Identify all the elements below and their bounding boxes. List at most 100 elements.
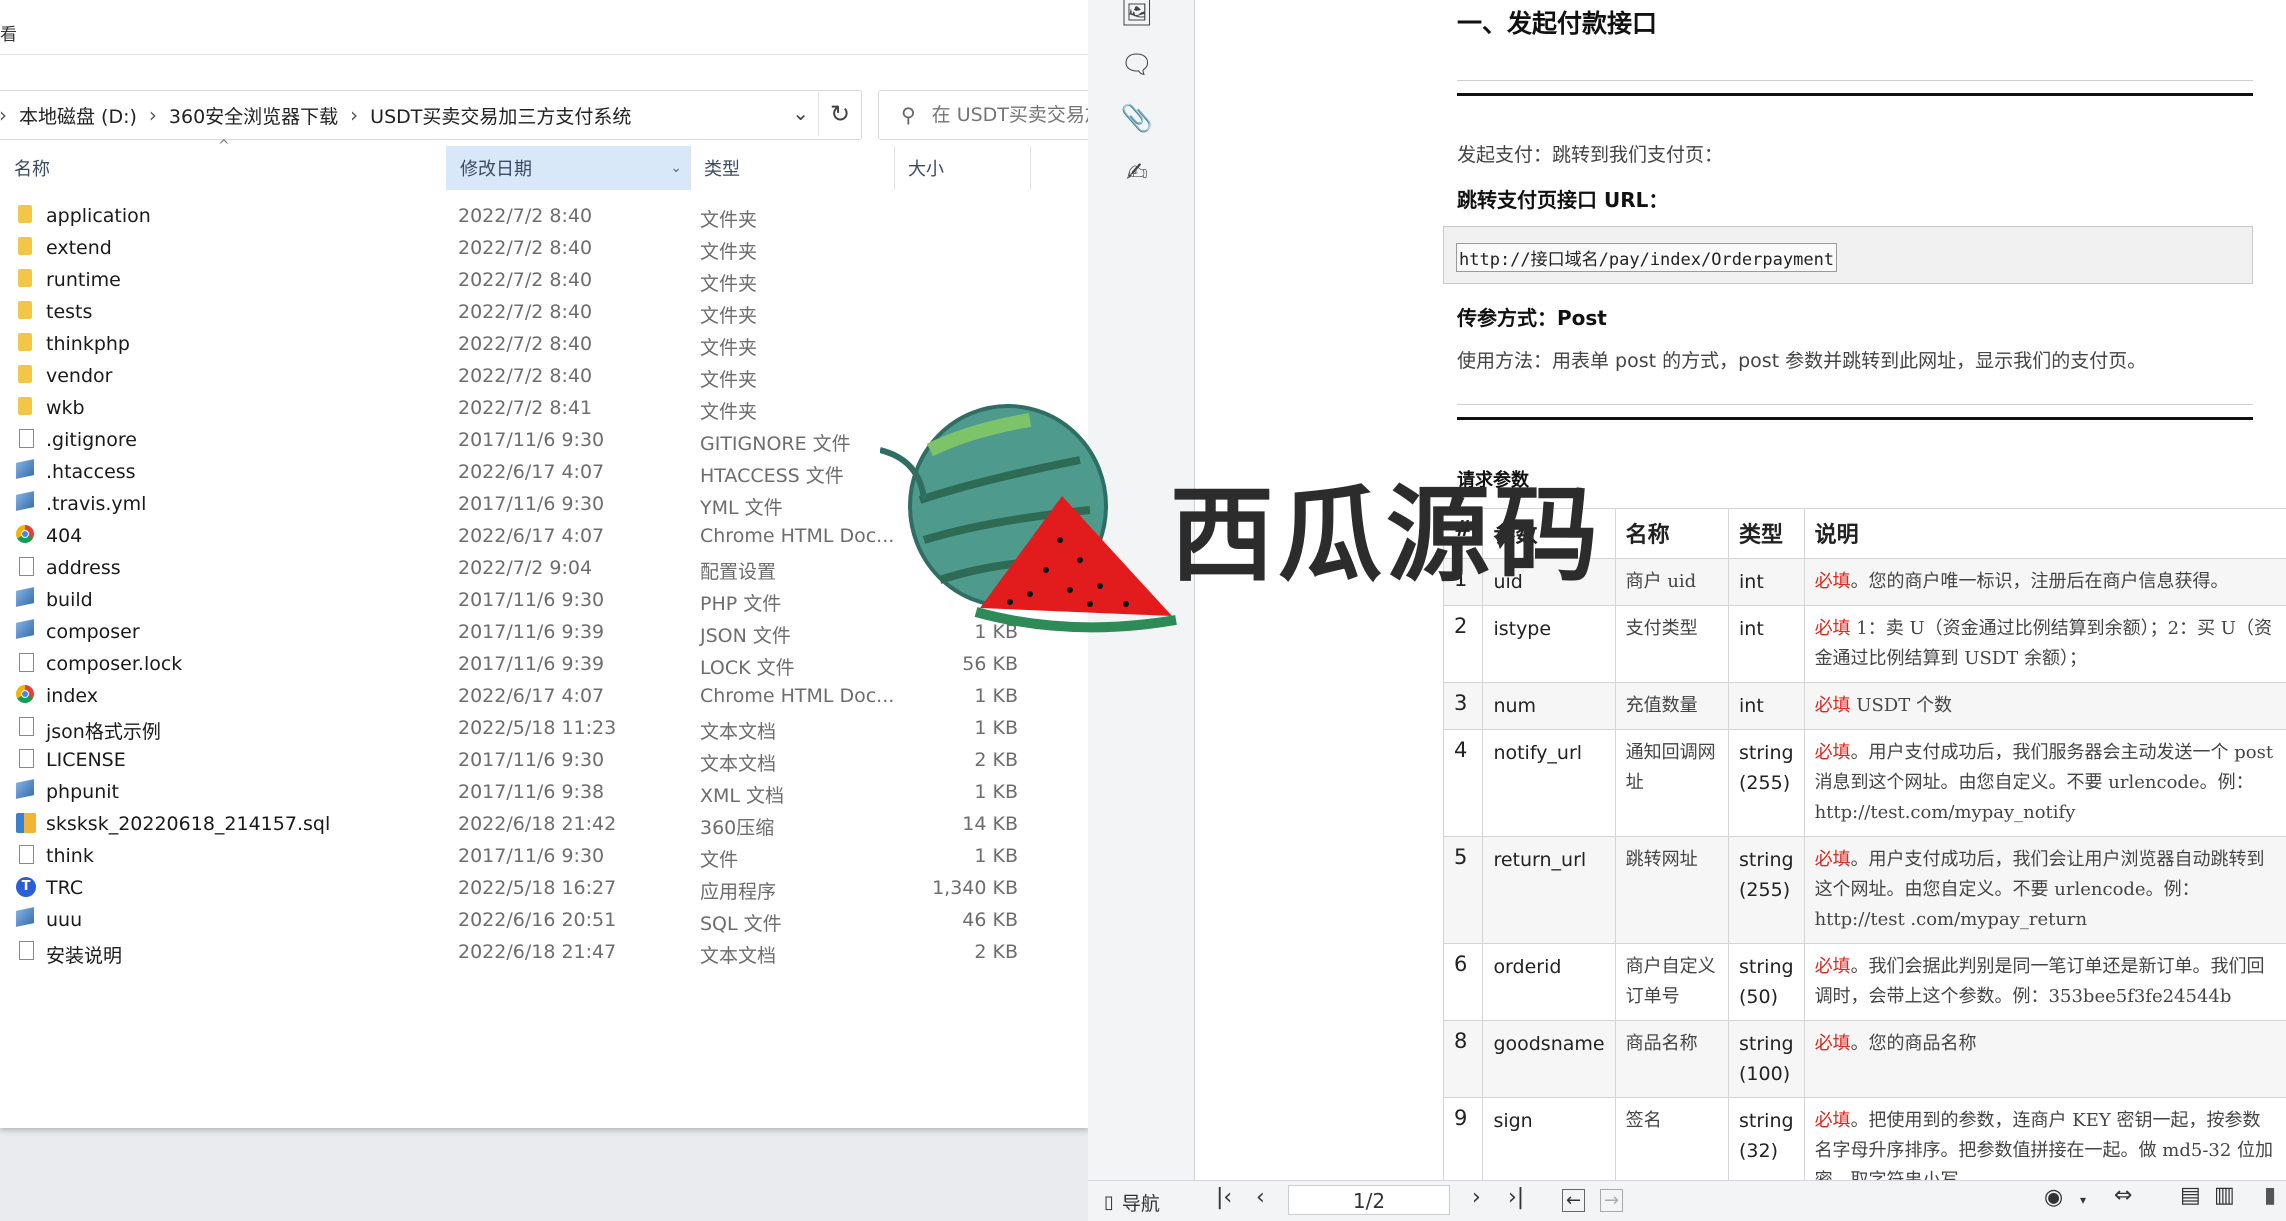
- file-row[interactable]: build2017/11/6 9:30PHP 文件: [0, 586, 1088, 618]
- file-date: 2022/6/16 20:51: [458, 909, 616, 931]
- nav-panel-button[interactable]: ▯ 导航: [1104, 1189, 1160, 1216]
- search-box[interactable]: ⚲: [878, 90, 1089, 140]
- search-icon: ⚲: [901, 103, 916, 127]
- param-type: string (255): [1729, 837, 1805, 944]
- table-row: 8goodsname商品名称string (100)必填。您的商品名称: [1444, 1021, 2286, 1098]
- file-row[interactable]: TTRC2022/5/18 16:27应用程序1,340 KB: [0, 874, 1088, 906]
- file-type: 文件夹: [700, 397, 757, 424]
- file-name: thinkphp: [46, 333, 130, 355]
- divider: [1457, 80, 2253, 81]
- back-icon[interactable]: ←: [1562, 1189, 1585, 1212]
- search-input[interactable]: [930, 103, 1089, 127]
- file-date: 2022/6/17 4:07: [458, 525, 604, 547]
- column-divider[interactable]: [1030, 146, 1031, 190]
- file-date: 2022/7/2 9:04: [458, 557, 592, 579]
- file-row[interactable]: .gitignore2017/11/6 9:30GITIGNORE 文件: [0, 426, 1088, 458]
- file-row[interactable]: extend2022/7/2 8:40文件夹: [0, 234, 1088, 266]
- file-row[interactable]: LICENSE2017/11/6 9:30文本文档2 KB: [0, 746, 1088, 778]
- column-header-date[interactable]: 修改日期 ⌄: [446, 146, 690, 190]
- prev-page-icon[interactable]: ‹: [1256, 1185, 1265, 1210]
- file-name: build: [46, 589, 93, 611]
- last-page-icon[interactable]: ›|: [1508, 1185, 1524, 1210]
- file-name: TRC: [46, 877, 83, 899]
- address-bar[interactable]: › 本地磁盘 (D:) › 360安全浏览器下载 › USDT买卖交易加三方支付…: [0, 90, 862, 140]
- column-date-label: 修改日期: [460, 155, 532, 181]
- file-row[interactable]: json格式示例2022/5/18 11:23文本文档1 KB: [0, 714, 1088, 746]
- required-badge: 必填: [1815, 742, 1851, 763]
- params-label: 请求参数: [1457, 466, 1529, 492]
- divider: [1457, 404, 2253, 405]
- chevron-right-icon[interactable]: ›: [0, 103, 7, 127]
- chevron-down-icon[interactable]: ▾: [2080, 1193, 2086, 1207]
- file-type: SQL 文件: [700, 909, 782, 936]
- file-row[interactable]: .travis.yml2017/11/6 9:30YML 文件: [0, 490, 1088, 522]
- param-type: string (50): [1729, 944, 1805, 1021]
- chevron-right-icon[interactable]: ›: [149, 103, 157, 127]
- file-row[interactable]: composer2017/11/6 9:39JSON 文件1 KB: [0, 618, 1088, 650]
- file-date: 2022/6/18 21:47: [458, 941, 616, 963]
- file-name: 404: [46, 525, 82, 547]
- fit-width-icon[interactable]: ⇔: [2114, 1183, 2132, 1208]
- code-block: http://接口域名/pay/index/Orderpayment: [1443, 226, 2253, 284]
- param-description: 必填 1：卖 U（资金通过比例结算到余额）；2：买 U（资金通过比例结算到 US…: [1804, 606, 2286, 683]
- file-row[interactable]: composer.lock2017/11/6 9:39LOCK 文件56 KB: [0, 650, 1088, 682]
- continuous-page-icon[interactable]: ▮: [2264, 1183, 2276, 1208]
- file-row[interactable]: runtime2022/7/2 8:40文件夹: [0, 266, 1088, 298]
- file-size: 1 KB: [974, 621, 1018, 643]
- file-size: 2 KB: [974, 749, 1018, 771]
- row-number: 1: [1444, 559, 1483, 606]
- single-page-icon[interactable]: ▤: [2180, 1183, 2201, 1208]
- file-row[interactable]: 4042022/6/17 4:07Chrome HTML Doc...: [0, 522, 1088, 554]
- required-badge: 必填: [1815, 849, 1851, 870]
- file-row[interactable]: vendor2022/7/2 8:40文件夹: [0, 362, 1088, 394]
- file-row[interactable]: wkb2022/7/2 8:41文件夹: [0, 394, 1088, 426]
- column-header-type[interactable]: 类型: [690, 146, 894, 190]
- page-number-input[interactable]: 1/2: [1288, 1185, 1450, 1215]
- column-header-size[interactable]: 大小: [894, 146, 1030, 190]
- refresh-button[interactable]: ↻: [818, 92, 861, 136]
- column-header-name[interactable]: 名称: [0, 146, 446, 190]
- signature-icon[interactable]: ✍: [1118, 154, 1156, 192]
- eye-view-icon[interactable]: ◉: [2044, 1185, 2063, 1210]
- forward-icon[interactable]: →: [1600, 1189, 1623, 1212]
- editor-file-icon: [16, 459, 34, 479]
- first-page-icon[interactable]: |‹: [1216, 1185, 1232, 1210]
- required-badge: 必填: [1815, 956, 1851, 977]
- breadcrumb-current-folder[interactable]: USDT买卖交易加三方支付系统: [370, 102, 631, 129]
- next-page-icon[interactable]: ›: [1472, 1185, 1481, 1210]
- param-name: 支付类型: [1615, 606, 1728, 683]
- file-row[interactable]: application2022/7/2 8:40文件夹: [0, 202, 1088, 234]
- file-type: 应用程序: [700, 877, 776, 904]
- file-row[interactable]: tests2022/7/2 8:40文件夹: [0, 298, 1088, 330]
- file-row[interactable]: 安装说明2022/6/18 21:47文本文档2 KB: [0, 938, 1088, 970]
- file-row[interactable]: index2022/6/17 4:07Chrome HTML Doc...1 K…: [0, 682, 1088, 714]
- chevron-down-icon[interactable]: ⌄: [670, 160, 682, 176]
- required-badge: 必填: [1815, 1033, 1851, 1054]
- chevron-down-icon[interactable]: ⌄: [792, 101, 809, 125]
- row-number: 6: [1444, 944, 1483, 1021]
- chevron-right-icon[interactable]: ›: [350, 103, 358, 127]
- ribbon-tab-view[interactable]: 看: [0, 20, 17, 45]
- file-row[interactable]: sksksk_20220618_214157.sql2022/6/18 21:4…: [0, 810, 1088, 842]
- breadcrumb-downloads[interactable]: 360安全浏览器下载: [169, 102, 338, 129]
- file-row[interactable]: .htaccess2022/6/17 4:07HTACCESS 文件: [0, 458, 1088, 490]
- description-text: 。把使用到的参数，连商户 KEY 密钥一起，按参数名字母升序排序。把参数值拼接在…: [1815, 1110, 2273, 1180]
- file-row[interactable]: think2017/11/6 9:30文件1 KB: [0, 842, 1088, 874]
- file-row[interactable]: thinkphp2022/7/2 8:40文件夹: [0, 330, 1088, 362]
- table-row: 3num充值数量int必填 USDT 个数: [1444, 683, 2286, 730]
- image-icon[interactable]: 🖼: [1118, 0, 1156, 32]
- file-date: 2022/5/18 11:23: [458, 717, 616, 739]
- file-list: application2022/7/2 8:40文件夹extend2022/7/…: [0, 202, 1088, 970]
- attachment-icon[interactable]: 📎: [1118, 100, 1156, 138]
- file-date: 2022/7/2 8:40: [458, 269, 592, 291]
- file-row[interactable]: phpunit2017/11/6 9:38XML 文档1 KB: [0, 778, 1088, 810]
- folder-icon: [18, 269, 32, 287]
- two-page-icon[interactable]: ▥: [2214, 1183, 2235, 1208]
- breadcrumb-drive[interactable]: 本地磁盘 (D:): [19, 102, 137, 129]
- file-type: 配置设置: [700, 557, 776, 584]
- file-row[interactable]: uuu2022/6/16 20:51SQL 文件46 KB: [0, 906, 1088, 938]
- comment-icon[interactable]: 🗨: [1118, 46, 1156, 84]
- file-row[interactable]: address2022/7/2 9:04配置设置: [0, 554, 1088, 586]
- param-description: 必填。我们会据此判别是同一笔订单还是新订单。我们回调时，会带上这个参数。例：35…: [1804, 944, 2286, 1021]
- file-type: 文件夹: [700, 269, 757, 296]
